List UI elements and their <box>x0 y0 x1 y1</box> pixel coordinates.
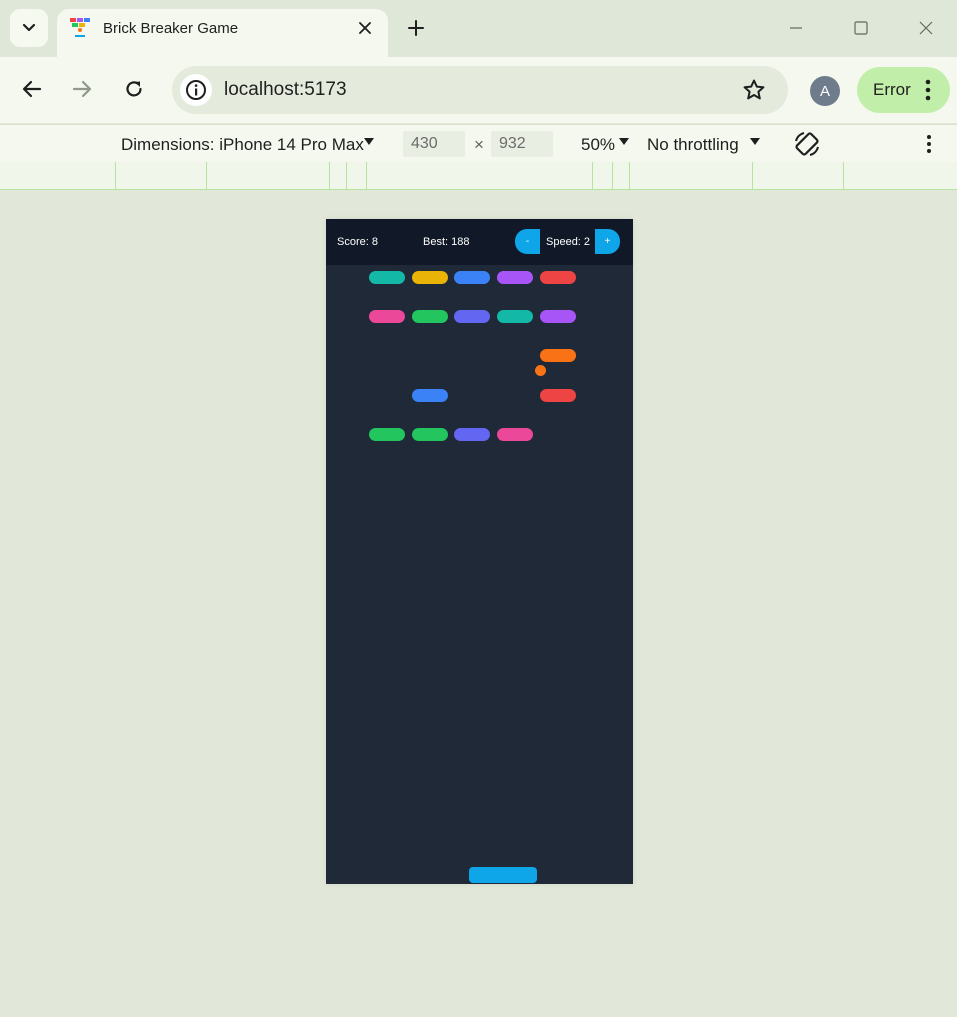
speed-increase-button[interactable]: + <box>595 229 620 254</box>
ruler-tick <box>206 162 207 189</box>
speed-text: Speed: 2 <box>546 236 591 248</box>
tab-title: Brick Breaker Game <box>103 20 239 37</box>
brick <box>454 310 490 323</box>
best-score-text: Best: 188 <box>423 236 470 248</box>
ruler-tick <box>612 162 613 189</box>
more-vertical-icon[interactable] <box>922 133 936 155</box>
brick <box>412 271 448 284</box>
tab-search-button[interactable] <box>10 9 48 47</box>
caret-down-icon <box>750 138 760 145</box>
brick <box>412 389 448 402</box>
new-tab-button[interactable] <box>403 15 429 41</box>
star-icon <box>743 79 765 100</box>
reload-icon <box>126 81 142 97</box>
ruler-tick <box>366 162 367 189</box>
plus-icon <box>408 20 424 36</box>
maximize-button[interactable] <box>847 14 875 42</box>
zoom-select[interactable]: 50% <box>581 135 615 155</box>
media-query-ruler[interactable] <box>0 162 957 190</box>
maximize-icon <box>854 21 868 35</box>
caret-down-icon <box>619 138 629 145</box>
brick <box>497 310 533 323</box>
brick <box>412 310 448 323</box>
game-viewport[interactable]: Score: 8 Best: 188 - Speed: 2 + <box>326 219 633 884</box>
active-tab[interactable]: Brick Breaker Game <box>57 9 388 57</box>
ruler-tick <box>329 162 330 189</box>
ruler-tick <box>346 162 347 189</box>
forward-button[interactable] <box>68 75 96 103</box>
brick <box>369 271 405 284</box>
ball <box>535 365 546 376</box>
site-info-button[interactable] <box>180 74 212 106</box>
throttling-select[interactable]: No throttling <box>647 135 739 155</box>
address-bar[interactable]: localhost:5173 <box>172 66 788 114</box>
dimension-separator: × <box>474 135 484 154</box>
arrow-left-icon <box>22 80 42 98</box>
url-text[interactable]: localhost:5173 <box>224 79 347 101</box>
ruler-tick <box>592 162 593 189</box>
paddle[interactable] <box>469 867 537 883</box>
close-icon <box>359 22 371 34</box>
device-select[interactable]: Dimensions: iPhone 14 Pro Max <box>121 135 364 155</box>
close-window-button[interactable] <box>912 14 940 42</box>
bookmark-button[interactable] <box>740 76 768 104</box>
tab-strip: Brick Breaker Game <box>0 0 957 57</box>
score-text: Score: 8 <box>337 236 378 248</box>
error-label: Error <box>873 80 911 99</box>
brick-breaker-favicon-icon <box>70 18 90 37</box>
brick <box>369 428 405 441</box>
tab-close-button[interactable] <box>354 17 376 39</box>
brick <box>454 428 490 441</box>
back-button[interactable] <box>18 75 46 103</box>
game-hud: Score: 8 Best: 188 - Speed: 2 + <box>326 219 633 265</box>
speed-decrease-button[interactable]: - <box>515 229 540 254</box>
close-icon <box>919 21 933 35</box>
height-input[interactable]: 932 <box>491 131 553 157</box>
ruler-tick <box>629 162 630 189</box>
width-input[interactable]: 430 <box>403 131 465 157</box>
error-button[interactable]: Error <box>857 67 950 113</box>
brick <box>540 349 576 362</box>
brick <box>540 271 576 284</box>
ruler-tick <box>843 162 844 189</box>
device-toolbar: Dimensions: iPhone 14 Pro Max 430 × 932 … <box>0 124 957 163</box>
minimize-icon <box>790 27 802 29</box>
info-icon <box>186 80 206 100</box>
arrow-right-icon <box>72 80 92 98</box>
brick <box>540 389 576 402</box>
brick <box>497 428 533 441</box>
brick <box>369 310 405 323</box>
minimize-button[interactable] <box>782 14 810 42</box>
ruler-tick <box>752 162 753 189</box>
chevron-down-icon <box>22 23 36 32</box>
brick <box>454 271 490 284</box>
profile-avatar[interactable]: A <box>810 76 840 106</box>
brick <box>412 428 448 441</box>
brick <box>540 310 576 323</box>
caret-down-icon <box>364 138 374 145</box>
ruler-tick <box>115 162 116 189</box>
rotate-icon[interactable] <box>792 129 822 159</box>
brick <box>497 271 533 284</box>
reload-button[interactable] <box>120 75 148 103</box>
more-vertical-icon <box>925 79 931 101</box>
